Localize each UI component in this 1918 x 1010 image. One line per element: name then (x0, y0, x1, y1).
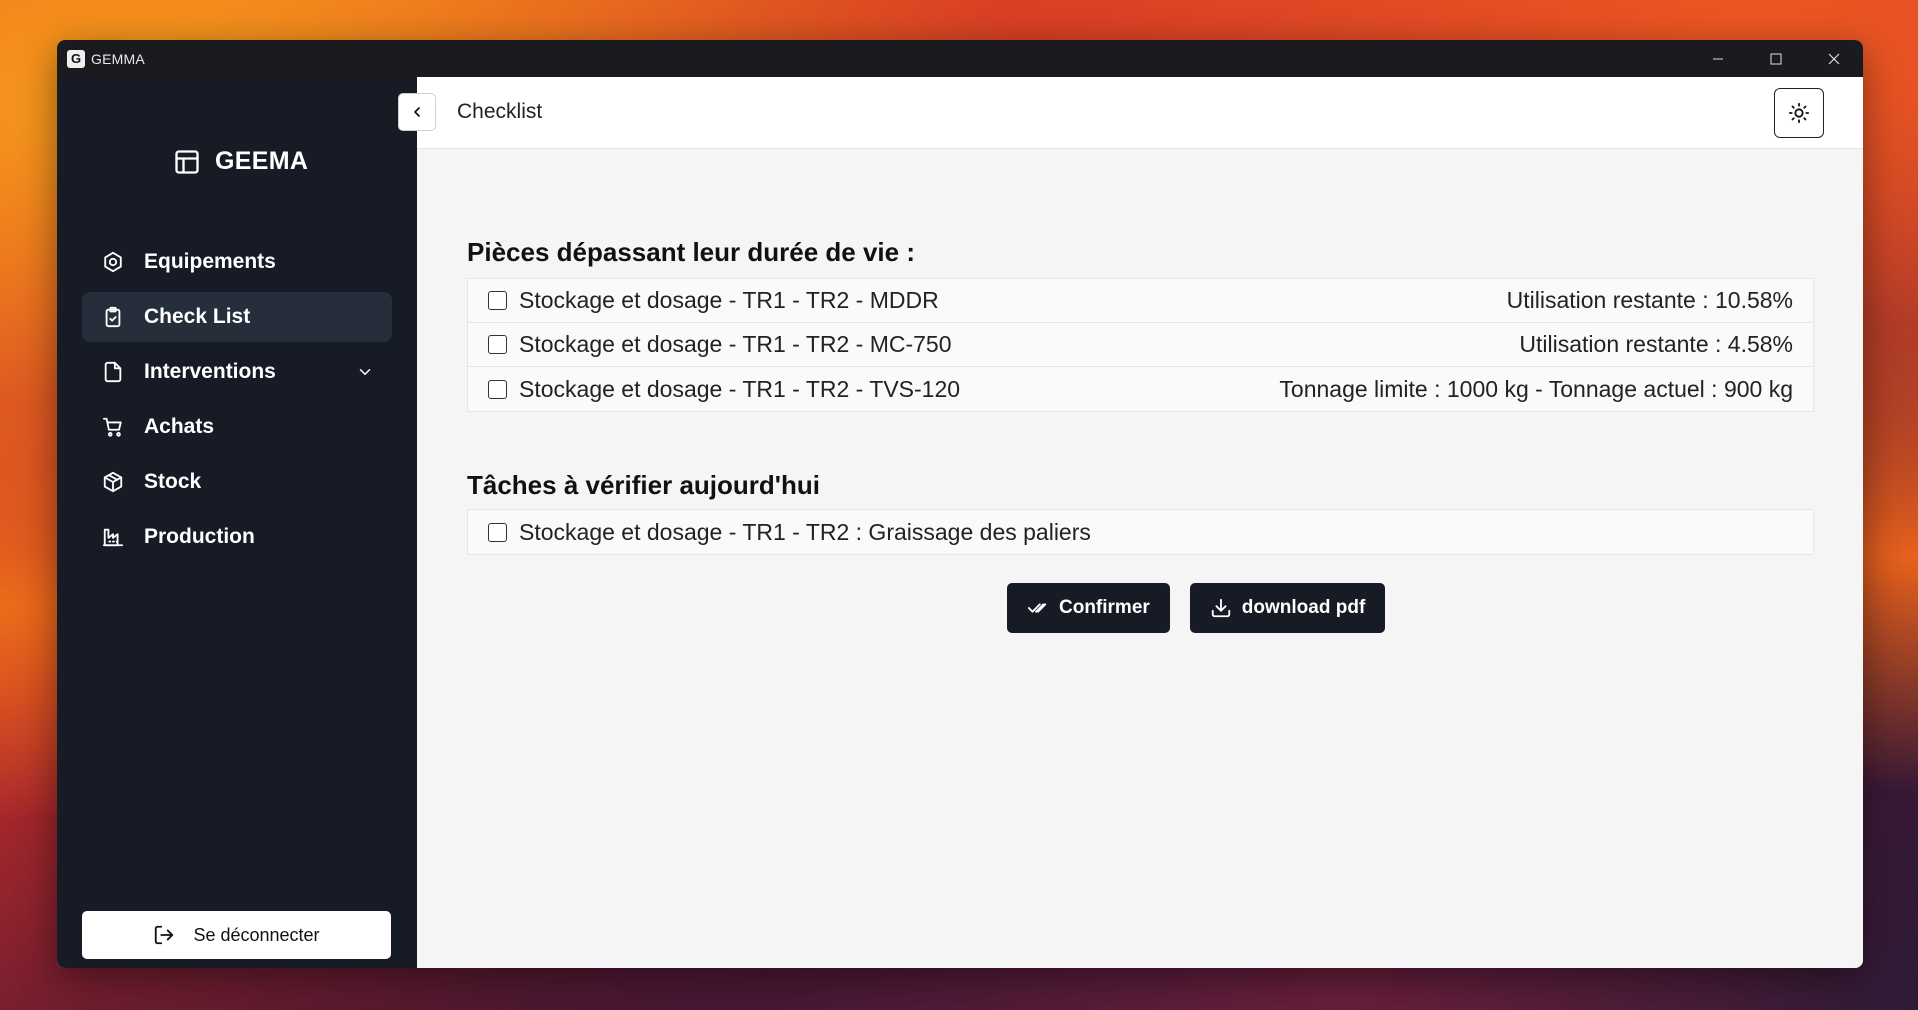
cart-icon (102, 417, 122, 437)
task-checkbox[interactable] (488, 522, 507, 542)
sidebar-item-interventions[interactable]: Interventions (82, 347, 392, 397)
part-checkbox[interactable] (488, 291, 507, 310)
chevron-left-icon (414, 107, 420, 117)
sidebar-item-label: Interventions (144, 360, 276, 383)
part-info: Utilisation restante : 4.58% (1519, 331, 1793, 357)
part-checkbox[interactable] (488, 379, 507, 399)
window-title: GEMMA (91, 50, 145, 67)
sun-icon (1788, 102, 1810, 124)
task-label: Stockage et dosage - TR1 - TR2 : Graissa… (519, 518, 1091, 545)
sidebar-item-achats[interactable]: Achats (82, 402, 392, 452)
list-item: Stockage et dosage - TR1 - TR2 - MC-750 … (468, 323, 1813, 367)
part-checkbox[interactable] (488, 335, 507, 354)
clipboard-check-icon (105, 306, 121, 328)
part-label: Stockage et dosage - TR1 - TR2 - MDDR (519, 287, 939, 313)
sidebar-item-stock[interactable]: Stock (82, 457, 392, 507)
sidebar-item-label: Achats (144, 415, 215, 438)
window-controls (1689, 40, 1863, 77)
minimize-icon (1713, 58, 1723, 59)
chevron-down-icon[interactable] (356, 363, 374, 381)
part-info: Utilisation restante : 10.58% (1506, 287, 1793, 313)
factory-icon (102, 528, 124, 547)
app-window: G GEMMA GEEMA Equipements Check List Int… (57, 40, 1863, 968)
minimize-button[interactable] (1689, 40, 1747, 77)
brand-name: GEEMA (215, 147, 309, 175)
list-item: Stockage et dosage - TR1 - TR2 - MDDR Ut… (468, 279, 1813, 323)
part-label: Stockage et dosage - TR1 - TR2 - TVS-120 (519, 375, 961, 402)
sidebar-item-label: Check List (144, 305, 251, 328)
file-icon (104, 361, 122, 383)
sidebar-nav: Equipements Check List Interventions Ach… (82, 237, 392, 567)
confirm-label: Confirmer (1059, 597, 1150, 618)
package-icon (103, 471, 123, 493)
page-title: Checklist (457, 100, 543, 123)
logout-button[interactable]: Se déconnecter (82, 911, 391, 959)
maximize-button[interactable] (1747, 40, 1805, 77)
sidebar-item-check-list[interactable]: Check List (82, 292, 392, 342)
double-check-icon (1027, 603, 1047, 613)
download-label: download pdf (1241, 597, 1366, 618)
app-logo-icon: G (67, 49, 85, 68)
brand: GEEMA (173, 147, 308, 176)
confirm-button[interactable]: Confirmer (1007, 583, 1170, 633)
logout-label: Se déconnecter (193, 924, 320, 945)
parts-section-title: Pièces dépassant leur durée de vie : (467, 237, 915, 267)
list-item: Stockage et dosage - TR1 - TR2 : Graissa… (468, 510, 1813, 554)
tasks-list: Stockage et dosage - TR1 - TR2 : Graissa… (467, 509, 1814, 555)
title-bar: G GEMMA (57, 40, 1863, 77)
list-item: Stockage et dosage - TR1 - TR2 - TVS-120… (468, 367, 1813, 411)
sidebar-item-label: Equipements (144, 250, 276, 273)
top-bar: Checklist (398, 77, 1863, 149)
sidebar-item-label: Stock (144, 470, 202, 493)
layout-icon (175, 149, 199, 174)
sidebar-item-equipements[interactable]: Equipements (82, 237, 392, 287)
sidebar-item-production[interactable]: Production (82, 512, 392, 562)
collapse-sidebar-button[interactable] (398, 93, 436, 131)
cog-icon (104, 251, 122, 273)
parts-list: Stockage et dosage - TR1 - TR2 - MDDR Ut… (467, 278, 1814, 412)
tasks-section-title: Tâches à vérifier aujourd'hui (467, 470, 820, 500)
download-pdf-button[interactable]: download pdf (1189, 583, 1386, 633)
theme-toggle-button[interactable] (1774, 88, 1824, 138)
maximize-icon (1770, 53, 1782, 64)
main-content: Checklist Pièces dépassant leur durée de… (398, 77, 1863, 968)
logout-icon (155, 925, 174, 945)
part-info: Tonnage limite : 1000 kg - Tonnage actue… (1279, 375, 1793, 402)
sidebar: GEEMA Equipements Check List Interventio… (57, 77, 417, 968)
close-button[interactable] (1805, 40, 1863, 77)
actions-bar: Confirmer download pdf (1007, 583, 1405, 633)
part-label: Stockage et dosage - TR1 - TR2 - MC-750 (519, 331, 952, 357)
download-icon (1211, 598, 1230, 618)
close-icon (1828, 53, 1840, 64)
sidebar-item-label: Production (144, 525, 255, 548)
